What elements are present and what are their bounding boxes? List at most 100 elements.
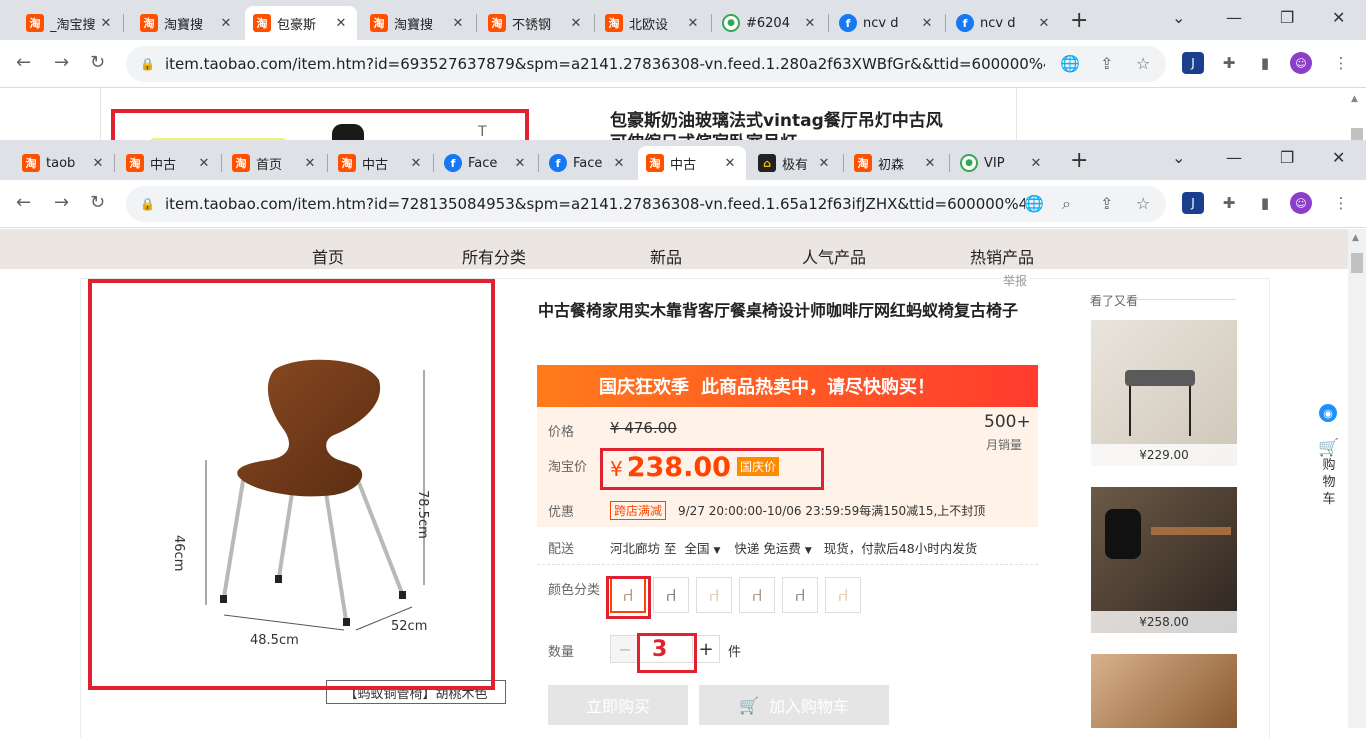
nav-new[interactable]: 新品 — [650, 244, 682, 268]
back-tab-9[interactable]: f ncv d ✕ — [948, 6, 1060, 40]
extension-icon[interactable]: J — [1182, 192, 1204, 214]
restore-button[interactable]: ❐ — [1280, 8, 1294, 27]
close-icon[interactable]: ✕ — [512, 156, 528, 171]
color-option-3[interactable]: ⑁ — [696, 577, 732, 613]
nav-popular[interactable]: 人气产品 — [802, 244, 866, 268]
close-icon[interactable]: ✕ — [816, 156, 832, 171]
translate-icon[interactable]: 🌐 — [1060, 54, 1080, 73]
close-icon[interactable]: ✕ — [196, 156, 212, 171]
close-icon[interactable]: ✕ — [302, 156, 318, 171]
url-text[interactable]: item.taobao.com/item.htm?id=728135084953… — [165, 195, 1025, 213]
close-icon[interactable]: ✕ — [685, 16, 701, 31]
restore-button[interactable]: ❐ — [1280, 148, 1294, 167]
share-icon[interactable]: ⇪ — [1100, 194, 1113, 213]
color-option-4[interactable]: ⑁ — [739, 577, 775, 613]
nav-hot[interactable]: 热销产品 — [970, 244, 1034, 268]
back-arrow-icon[interactable]: ← — [16, 52, 31, 73]
close-icon[interactable]: ✕ — [568, 16, 584, 31]
new-tab-button[interactable]: + — [1070, 8, 1088, 33]
side-panel-icon[interactable]: ▮ — [1254, 52, 1276, 74]
front-tab-1[interactable]: 淘 taob ✕ — [14, 146, 114, 180]
page-scrollbar[interactable]: ▲ — [1348, 229, 1366, 728]
bookmark-star-icon[interactable]: ☆ — [1136, 194, 1150, 213]
close-icon[interactable]: ✕ — [922, 156, 938, 171]
share-icon[interactable]: ⇪ — [1100, 54, 1113, 73]
tab-search-icon[interactable]: ⌄ — [1172, 8, 1185, 27]
close-window-button[interactable]: ✕ — [1332, 8, 1345, 27]
front-tab-4[interactable]: 淘中古 ✕ — [330, 146, 432, 180]
front-tab-7-active[interactable]: 淘中古 ✕ — [638, 146, 746, 180]
nav-home[interactable]: 首页 — [312, 244, 344, 268]
close-icon[interactable]: ✕ — [90, 156, 106, 171]
close-icon[interactable]: ✕ — [611, 156, 627, 171]
close-icon[interactable]: ✕ — [1028, 156, 1044, 171]
avatar[interactable]: ☺ — [1290, 52, 1312, 74]
color-option-6[interactable]: ⑁ — [825, 577, 861, 613]
related-item-3[interactable] — [1091, 654, 1237, 728]
back-tab-3-active[interactable]: 淘包豪斯 ✕ — [245, 6, 357, 40]
scroll-thumb[interactable] — [1351, 253, 1363, 273]
bookmark-star-icon[interactable]: ☆ — [1136, 54, 1150, 73]
translate-icon[interactable]: 🌐 — [1024, 194, 1044, 213]
puzzle-icon[interactable]: ✚ — [1218, 192, 1240, 214]
front-tab-3[interactable]: 淘首页 ✕ — [224, 146, 326, 180]
side-cart[interactable]: 🛒 购 物 车 — [1316, 440, 1342, 508]
close-window-button[interactable]: ✕ — [1332, 148, 1345, 167]
side-panel-icon[interactable]: ▮ — [1254, 192, 1276, 214]
reload-icon[interactable]: ↻ — [90, 192, 105, 213]
back-tab-4[interactable]: 淘淘寶搜 ✕ — [362, 6, 474, 40]
front-tab-10[interactable]: ● VIP ✕ — [952, 146, 1052, 180]
front-tab-2[interactable]: 淘中古 ✕ — [118, 146, 220, 180]
related-item-1[interactable]: ¥229.00 — [1091, 320, 1237, 466]
reload-icon[interactable]: ↻ — [90, 52, 105, 73]
zoom-icon[interactable]: ⌕ — [1062, 194, 1071, 214]
close-icon[interactable]: ✕ — [802, 16, 818, 31]
front-tab-8[interactable]: ⌂ 极有 ✕ — [750, 146, 840, 180]
close-icon[interactable]: ✕ — [98, 16, 114, 31]
back-tab-2[interactable]: 淘淘寶搜 ✕ — [132, 6, 242, 40]
scroll-up-icon[interactable]: ▲ — [1351, 94, 1358, 104]
minimize-button[interactable]: — — [1226, 8, 1242, 27]
qty-minus-button[interactable]: − — [610, 635, 640, 663]
back-tab-5[interactable]: 淘不锈钢 ✕ — [480, 6, 592, 40]
close-icon[interactable]: ✕ — [408, 156, 424, 171]
back-tab-6[interactable]: 淘北欧设 ✕ — [597, 6, 709, 40]
discount-tag[interactable]: 跨店满减 — [610, 501, 667, 520]
front-tab-5[interactable]: f Face ✕ — [436, 146, 536, 180]
add-to-cart-button[interactable]: 🛒 加入购物车 — [699, 685, 889, 725]
address-bar[interactable]: 🔒 item.taobao.com/item.htm?id=6935276378… — [126, 46, 1166, 82]
extension-icon[interactable]: J — [1182, 52, 1204, 74]
close-icon[interactable]: ✕ — [218, 16, 234, 31]
address-bar[interactable]: 🔒 item.taobao.com/item.htm?id=7281350849… — [126, 186, 1166, 222]
color-option-5[interactable]: ⑁ — [782, 577, 818, 613]
color-option-2[interactable]: ⑁ — [653, 577, 689, 613]
tab-search-icon[interactable]: ⌄ — [1172, 148, 1185, 167]
forward-arrow-icon[interactable]: → — [54, 52, 69, 73]
back-tab-1[interactable]: 淘 _淘宝搜 ✕ — [18, 6, 122, 40]
avatar[interactable]: ☺ — [1290, 192, 1312, 214]
report-link[interactable]: 举报 — [1001, 272, 1030, 289]
front-tab-6[interactable]: f Face ✕ — [541, 146, 635, 180]
scroll-up-icon[interactable]: ▲ — [1352, 233, 1359, 243]
close-icon[interactable]: ✕ — [722, 156, 738, 171]
nav-all-categories[interactable]: 所有分类 — [462, 244, 526, 268]
minimize-button[interactable]: — — [1226, 148, 1242, 167]
back-arrow-icon[interactable]: ← — [16, 192, 31, 213]
puzzle-icon[interactable]: ✚ — [1218, 52, 1240, 74]
close-icon[interactable]: ✕ — [333, 16, 349, 31]
back-tab-7[interactable]: ● #6204 ✕ — [714, 6, 826, 40]
related-item-2[interactable]: ¥258.00 — [1091, 487, 1237, 633]
menu-dots-icon[interactable]: ⋮ — [1330, 52, 1352, 74]
close-icon[interactable]: ✕ — [1036, 16, 1052, 31]
new-tab-button[interactable]: + — [1070, 148, 1088, 173]
delivery-method-select[interactable]: 快递 免运费 ▼ — [734, 538, 811, 557]
forward-arrow-icon[interactable]: → — [54, 192, 69, 213]
url-text[interactable]: item.taobao.com/item.htm?id=693527637879… — [165, 55, 1045, 73]
close-icon[interactable]: ✕ — [450, 16, 466, 31]
delivery-to-select[interactable]: 全国 ▼ — [684, 538, 720, 557]
back-tab-8[interactable]: f ncv d ✕ — [831, 6, 943, 40]
menu-dots-icon[interactable]: ⋮ — [1330, 192, 1352, 214]
close-icon[interactable]: ✕ — [919, 16, 935, 31]
front-tab-9[interactable]: 淘初森 ✕ — [846, 146, 946, 180]
chat-icon[interactable]: ◉ — [1319, 404, 1337, 422]
